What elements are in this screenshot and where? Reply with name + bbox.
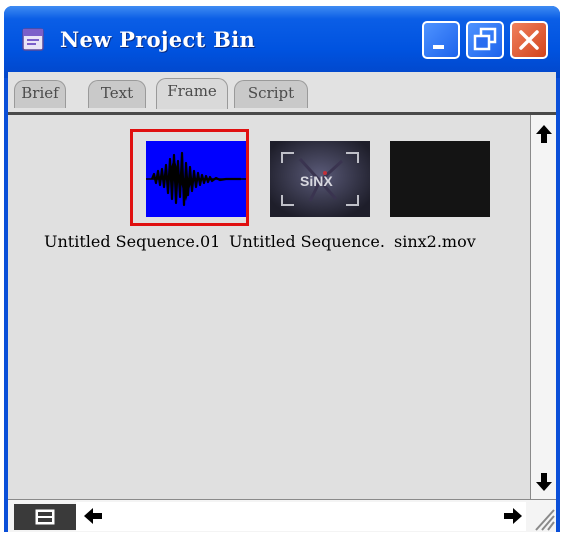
close-icon [519, 30, 539, 50]
resize-grip-icon[interactable] [532, 506, 556, 532]
arrow-down-icon[interactable] [534, 471, 554, 493]
restore-icon [473, 27, 497, 51]
arrow-right-icon[interactable] [502, 506, 524, 526]
window-title: New Project Bin [60, 27, 256, 52]
clip-thumbnail-sequence[interactable]: SiNX [270, 141, 370, 217]
bin-menu-button[interactable] [14, 504, 76, 530]
tab-brief[interactable]: Brief [14, 80, 66, 108]
clip-thumbnail-sinx2[interactable] [390, 141, 490, 217]
tab-frame[interactable]: Frame [156, 78, 228, 109]
restore-button[interactable] [466, 21, 504, 59]
tab-text[interactable]: Text [88, 80, 146, 108]
minimize-button[interactable] [422, 21, 460, 59]
clip-name-sequence-01[interactable]: Untitled Sequence.01 [44, 232, 228, 251]
bottom-bar [8, 499, 556, 532]
clip-name-sequence[interactable]: Untitled Sequence. [229, 232, 394, 251]
minimize-icon [433, 45, 444, 49]
clip-name-sinx2[interactable]: sinx2.mov [394, 232, 494, 251]
arrow-up-icon[interactable] [534, 123, 554, 145]
tab-script[interactable]: Script [234, 80, 308, 108]
sinx-logo-text: SiNX [300, 173, 333, 189]
bin-menu-icon [35, 509, 55, 525]
horizontal-scrollbar[interactable] [76, 502, 526, 531]
project-bin-icon [22, 28, 44, 51]
clip-thumbnail-sequence-01[interactable] [146, 141, 246, 217]
arrow-left-icon[interactable] [82, 506, 104, 526]
title-bar[interactable]: New Project Bin [4, 6, 560, 78]
audio-waveform-icon [146, 151, 246, 207]
project-bin-window: New Project Bin Brief Text Frame Script [4, 6, 560, 532]
view-tab-bar: Brief Text Frame Script [8, 72, 556, 112]
sinx-logo-frame-icon: SiNX [270, 141, 370, 217]
vertical-scrollbar[interactable] [530, 115, 556, 499]
close-button[interactable] [510, 21, 548, 59]
